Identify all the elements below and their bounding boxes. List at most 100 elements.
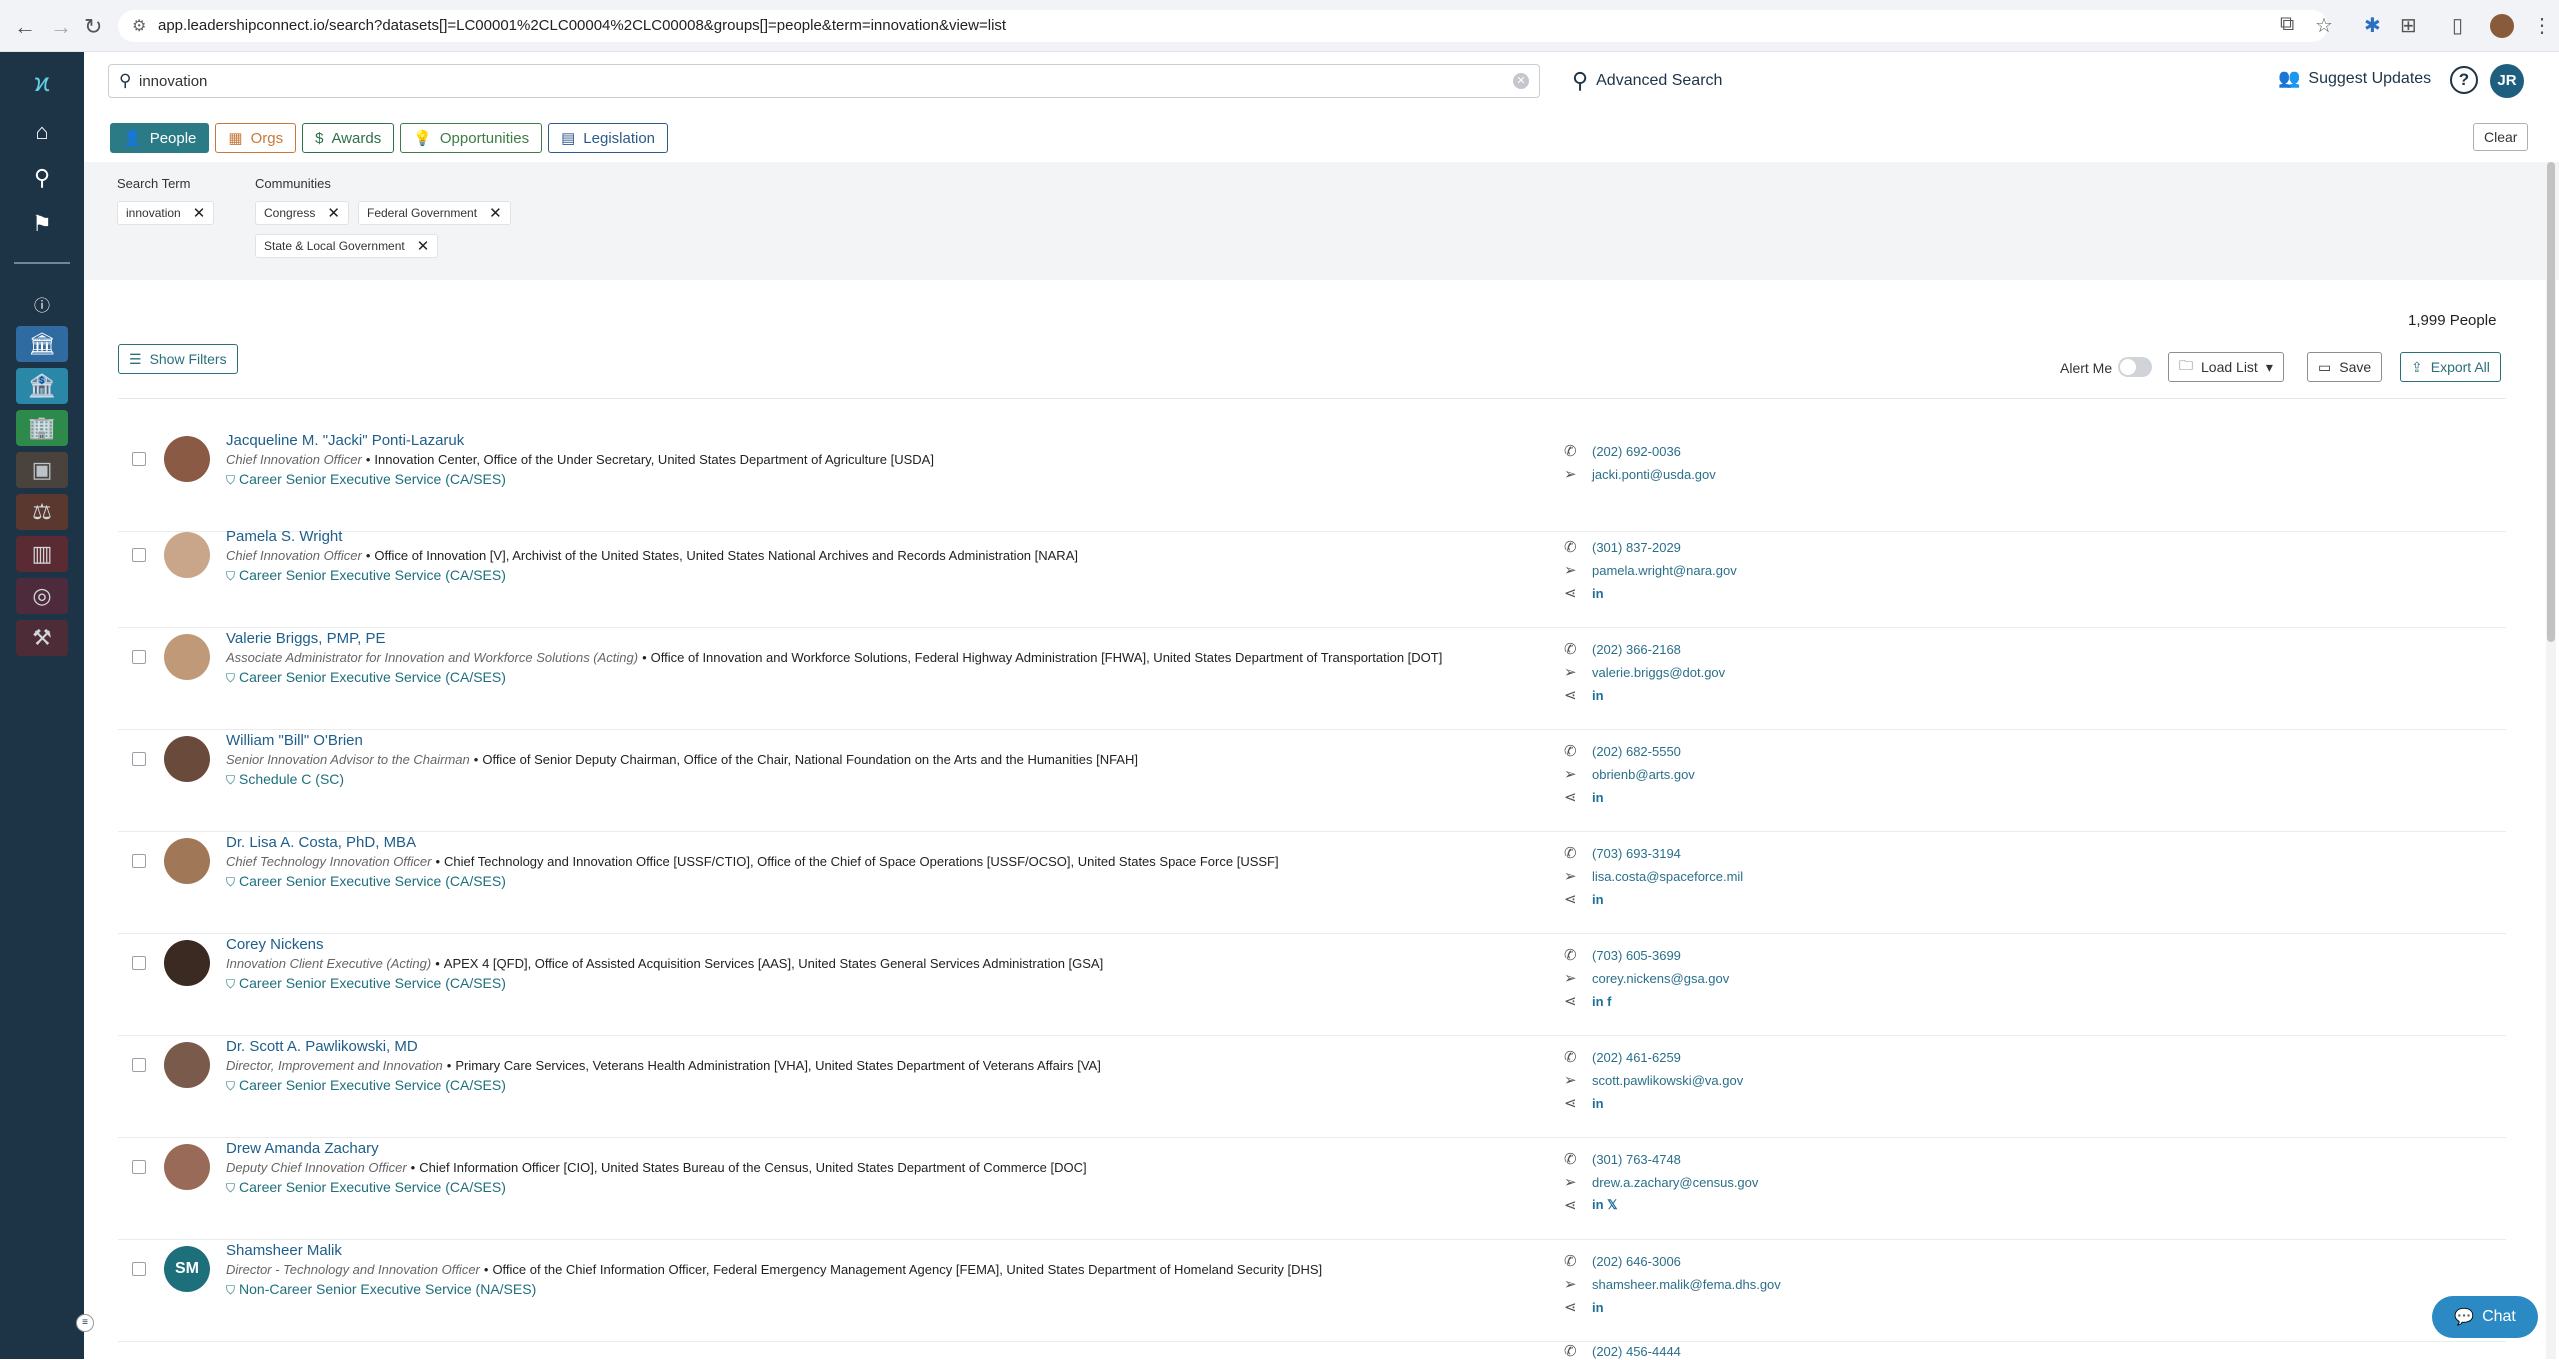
row-checkbox[interactable] <box>132 650 146 664</box>
export-all-button[interactable]: ⇪ Export All <box>2400 352 2501 382</box>
person-name-link[interactable]: Corey Nickens <box>226 936 324 953</box>
person-name-link[interactable]: Pamela S. Wright <box>226 528 342 545</box>
person-name-link[interactable]: Dr. Lisa A. Costa, PhD, MBA <box>226 834 416 851</box>
email-address[interactable]: pamela.wright@nara.gov <box>1592 563 1737 578</box>
phone-number[interactable]: (202) 646-3006 <box>1592 1254 1681 1269</box>
tab-legislation[interactable]: ▤ Legislation <box>548 123 669 153</box>
email-address[interactable]: shamsheer.malik@fema.dhs.gov <box>1592 1277 1781 1292</box>
search-input[interactable] <box>139 69 1499 93</box>
person-name-link[interactable]: Valerie Briggs, PMP, PE <box>226 630 386 647</box>
phone-number[interactable]: (202) 366-2168 <box>1592 642 1681 657</box>
capitol-icon[interactable]: 🏛 <box>16 326 68 362</box>
help-icon[interactable]: ? <box>2450 66 2478 94</box>
remove-chip-icon[interactable]: ✕ <box>489 204 502 222</box>
email-address[interactable]: obrienb@arts.gov <box>1592 767 1695 782</box>
row-checkbox[interactable] <box>132 752 146 766</box>
city-icon[interactable]: ▥ <box>16 536 68 572</box>
show-filters-button[interactable]: ☰ Show Filters <box>118 344 238 374</box>
phone-number[interactable]: (202) 456-4444 <box>1592 1344 1681 1359</box>
social-links[interactable]: in <box>1592 688 1604 703</box>
tab-orgs[interactable]: ▦ Orgs <box>215 123 297 153</box>
phone-number[interactable]: (202) 461-6259 <box>1592 1050 1681 1065</box>
tab-people[interactable]: 👤 People <box>110 123 210 153</box>
row-checkbox[interactable] <box>132 1160 146 1174</box>
save-button[interactable]: ▭ Save <box>2307 352 2383 382</box>
tab-awards[interactable]: $ Awards <box>302 123 395 153</box>
avatar[interactable] <box>164 634 210 680</box>
logo-icon[interactable]: ϰ <box>16 64 68 100</box>
remove-chip-icon[interactable]: ✕ <box>327 204 340 222</box>
state-building-icon[interactable]: 🏢 <box>16 410 68 446</box>
chat-button[interactable]: 💬 Chat <box>2432 1296 2538 1338</box>
row-checkbox[interactable] <box>132 1058 146 1072</box>
person-name-link[interactable]: Jacqueline M. "Jacki" Ponti-Lazaruk <box>226 432 464 449</box>
row-checkbox[interactable] <box>132 548 146 562</box>
social-links[interactable]: in <box>1592 1096 1604 1111</box>
avatar[interactable] <box>164 1144 210 1190</box>
row-checkbox[interactable] <box>132 452 146 466</box>
gavel-icon[interactable]: ⚒ <box>16 620 68 656</box>
remove-chip-icon[interactable]: ✕ <box>417 237 430 255</box>
business-icon[interactable]: ▣ <box>16 452 68 488</box>
home-icon[interactable]: ⌂ <box>16 114 68 150</box>
remove-chip-icon[interactable]: ✕ <box>193 204 206 222</box>
extension-icon[interactable]: ✱ <box>2364 13 2381 38</box>
search-bar[interactable]: ⚲ ✕ <box>108 64 1540 98</box>
email-address[interactable]: drew.a.zachary@census.gov <box>1592 1175 1758 1190</box>
phone-number[interactable]: (202) 682-5550 <box>1592 744 1681 759</box>
social-links[interactable]: in <box>1592 586 1604 601</box>
person-name-link[interactable]: William "Bill" O'Brien <box>226 732 363 749</box>
phone-number[interactable]: (202) 692-0036 <box>1592 444 1681 459</box>
email-address[interactable]: valerie.briggs@dot.gov <box>1592 665 1725 680</box>
advanced-search-link[interactable]: ⚲ Advanced Search <box>1572 68 1722 94</box>
avatar[interactable] <box>164 838 210 884</box>
side-panel-icon[interactable]: ▯ <box>2452 13 2463 38</box>
email-address[interactable]: jacki.ponti@usda.gov <box>1592 467 1716 482</box>
scrollbar-thumb[interactable] <box>2547 162 2555 642</box>
avatar[interactable] <box>164 436 210 482</box>
browser-profile-avatar[interactable] <box>2490 14 2514 38</box>
reload-icon[interactable]: ↻ <box>84 14 102 40</box>
avatar[interactable] <box>164 1042 210 1088</box>
scrollbar[interactable] <box>2546 162 2556 1359</box>
flag-icon[interactable]: ⚑ <box>16 206 68 242</box>
person-name-link[interactable]: Shamsheer Malik <box>226 1242 342 1259</box>
social-links[interactable]: in <box>1592 790 1604 805</box>
browser-menu-icon[interactable]: ⋮ <box>2532 13 2552 38</box>
avatar[interactable] <box>164 940 210 986</box>
social-links[interactable]: in 𝕏 <box>1592 1197 1618 1213</box>
clear-search-icon[interactable]: ✕ <box>1513 73 1529 89</box>
person-name-link[interactable]: Dr. Scott A. Pawlikowski, MD <box>226 1038 418 1055</box>
info-icon[interactable]: ⓘ <box>16 286 68 322</box>
email-address[interactable]: corey.nickens@gsa.gov <box>1592 971 1729 986</box>
site-info-icon[interactable]: ⚙ <box>132 16 146 36</box>
federal-building-icon[interactable]: 🏦 <box>16 368 68 404</box>
avatar[interactable] <box>164 736 210 782</box>
extensions-puzzle-icon[interactable]: ⊞ <box>2400 13 2417 38</box>
phone-number[interactable]: (703) 693-3194 <box>1592 846 1681 861</box>
install-icon[interactable]: ⧉ <box>2280 13 2294 36</box>
email-address[interactable]: lisa.costa@spaceforce.mil <box>1592 869 1743 884</box>
phone-number[interactable]: (301) 837-2029 <box>1592 540 1681 555</box>
email-address[interactable]: scott.pawlikowski@va.gov <box>1592 1073 1743 1088</box>
tab-opportunities[interactable]: 💡 Opportunities <box>400 123 543 153</box>
avatar[interactable]: SM <box>164 1246 210 1292</box>
row-checkbox[interactable] <box>132 956 146 970</box>
alert-me-toggle[interactable] <box>2118 357 2152 377</box>
avatar[interactable] <box>164 532 210 578</box>
seal-icon[interactable]: ◎ <box>16 578 68 614</box>
load-list-button[interactable]: 🗀 Load List ▾ <box>2168 352 2284 382</box>
person-name-link[interactable]: Drew Amanda Zachary <box>226 1140 379 1157</box>
suggest-updates-link[interactable]: 👥 Suggest Updates <box>2278 68 2431 89</box>
bookmark-star-icon[interactable]: ☆ <box>2315 13 2333 38</box>
phone-number[interactable]: (703) 605-3699 <box>1592 948 1681 963</box>
clear-button[interactable]: Clear <box>2473 123 2529 151</box>
location-pin-icon[interactable]: ⚲ <box>16 160 68 196</box>
phone-number[interactable]: (301) 763-4748 <box>1592 1152 1681 1167</box>
social-links[interactable]: in f <box>1592 994 1612 1009</box>
user-avatar[interactable]: JR <box>2490 64 2524 98</box>
forward-icon[interactable]: → <box>50 14 72 40</box>
row-checkbox[interactable] <box>132 1262 146 1276</box>
back-icon[interactable]: ← <box>14 14 36 40</box>
address-bar[interactable]: ⚙ app.leadershipconnect.io/search?datase… <box>118 10 2328 42</box>
